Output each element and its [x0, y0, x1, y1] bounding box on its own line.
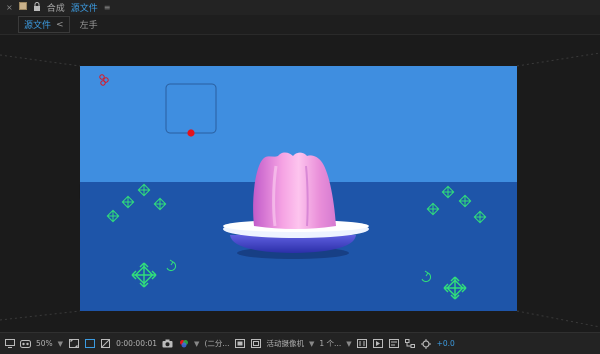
channel-chevron-down-icon[interactable]: ▼ — [194, 340, 199, 348]
toggle-mask-icon[interactable] — [235, 339, 246, 349]
lock-icon[interactable] — [33, 1, 41, 14]
layout-chevron-down-icon[interactable]: ▼ — [346, 340, 351, 348]
panel-title-comp[interactable]: 源文件 — [71, 1, 98, 14]
composition-canvas[interactable] — [80, 66, 517, 311]
close-tab-icon[interactable]: × — [6, 3, 13, 12]
viewer-status-bar: 50% ▼ 0:00:00:01 ▼ (二分... 活动摄像机 ▼ 1 个...… — [0, 332, 600, 354]
resolution-settings-icon[interactable] — [68, 339, 79, 349]
zoom-chevron-down-icon[interactable]: ▼ — [58, 340, 63, 348]
panel-title-prefix: 合成 — [46, 4, 65, 14]
exposure-value[interactable]: +0.0 — [437, 339, 455, 348]
always-preview-icon[interactable] — [4, 339, 15, 349]
3d-view-icon[interactable] — [251, 339, 262, 349]
breadcrumb-active-comp[interactable]: 源文件 < — [18, 16, 70, 33]
current-time-display[interactable]: 0:00:00:01 — [116, 339, 157, 348]
fast-previews-icon[interactable] — [373, 339, 384, 349]
timeline-icon[interactable] — [389, 339, 400, 349]
breadcrumb-active-label: 源文件 — [24, 21, 52, 31]
resolution-dropdown[interactable]: (二分... — [204, 338, 229, 349]
panel-tab-bar: × 合成 源文件 ≡ — [0, 0, 600, 15]
comp-breadcrumb: 源文件 < 左手 — [0, 15, 600, 35]
panel-menu-icon[interactable]: ≡ — [104, 3, 111, 12]
transparency-grid-icon[interactable] — [100, 339, 111, 349]
snapshot-camera-icon[interactable] — [162, 339, 173, 349]
comp-icon — [18, 2, 27, 13]
anchor-point-icon — [187, 129, 195, 137]
view-layout-dropdown[interactable]: 1 个... — [319, 338, 341, 349]
vr-preview-icon[interactable] — [20, 339, 31, 349]
camera-view-dropdown[interactable]: 活动摄像机 — [267, 338, 305, 349]
composition-viewer[interactable] — [0, 35, 600, 332]
breadcrumb-separator-icon: < — [56, 19, 64, 30]
show-channel-icon[interactable] — [178, 339, 189, 349]
camera-chevron-down-icon[interactable]: ▼ — [309, 340, 314, 348]
reset-exposure-icon[interactable] — [421, 338, 432, 349]
flowchart-icon[interactable] — [405, 339, 416, 349]
region-of-interest-icon[interactable] — [84, 339, 95, 349]
zoom-dropdown[interactable]: 50% — [36, 339, 53, 348]
toggle-pixel-aspect-icon[interactable] — [357, 339, 368, 349]
breadcrumb-next-comp[interactable]: 左手 — [80, 18, 98, 31]
